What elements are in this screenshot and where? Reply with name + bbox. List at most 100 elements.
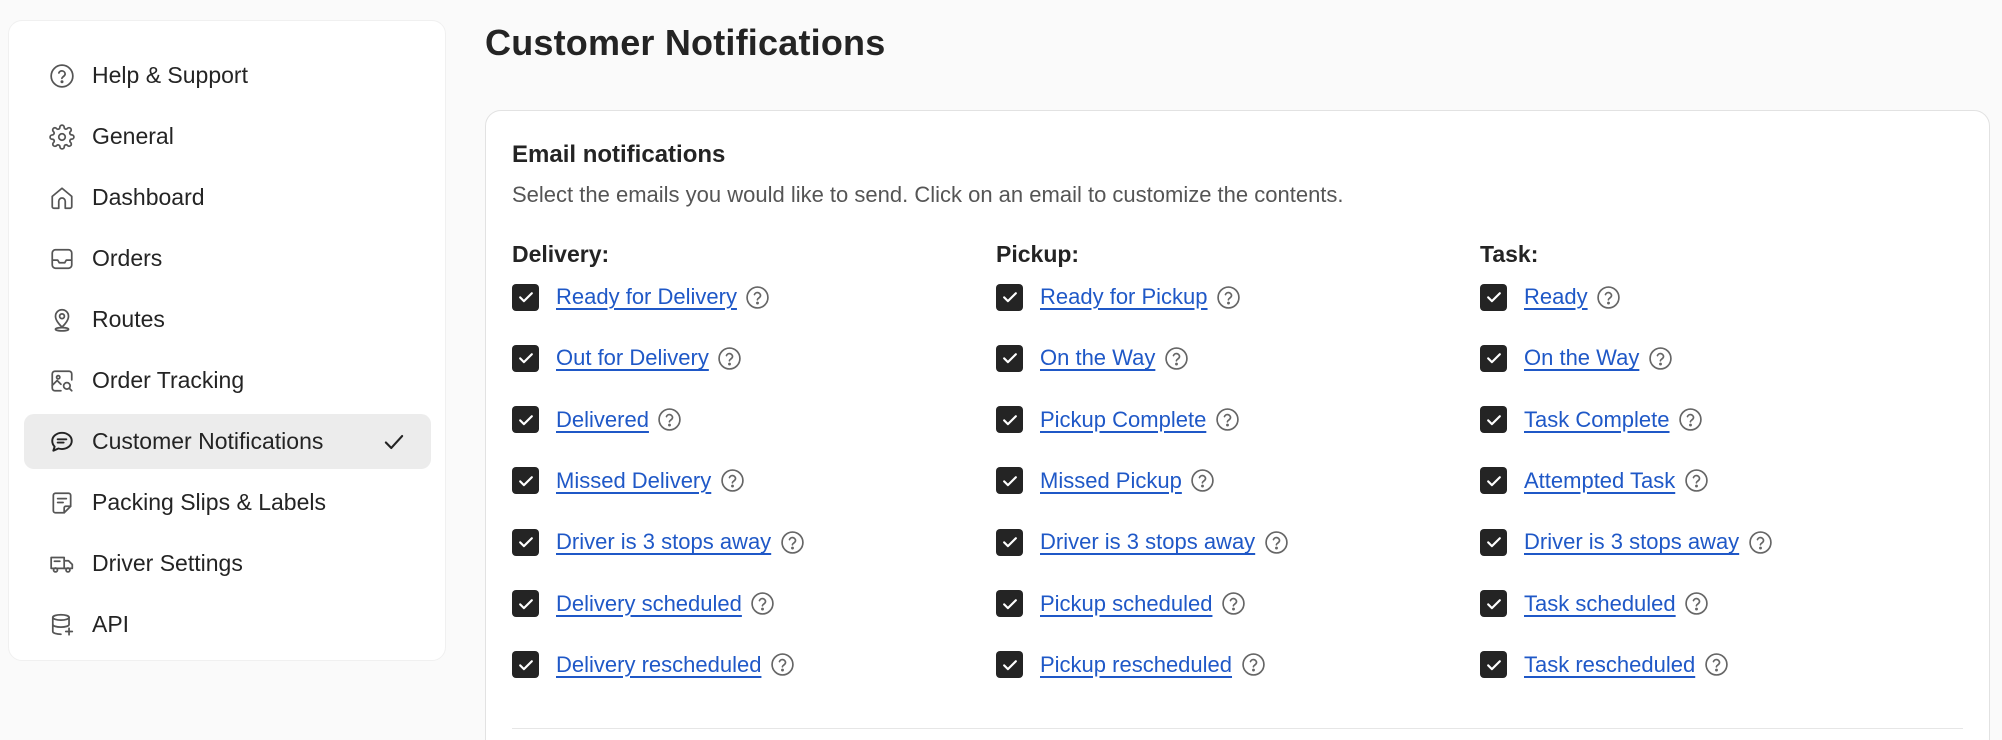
help-icon[interactable] [1220, 591, 1246, 617]
notification-checkbox[interactable] [996, 467, 1023, 495]
help-icon[interactable] [717, 345, 743, 371]
page-title: Customer Notifications [485, 22, 886, 63]
notification-link[interactable]: Driver is 3 stops away [556, 529, 771, 555]
inbox-icon [48, 245, 76, 273]
help-icon[interactable] [1703, 652, 1729, 678]
notification-link[interactable]: Missed Pickup [1040, 468, 1182, 494]
notification-row: Delivered [512, 404, 683, 436]
notification-link[interactable]: On the Way [1524, 345, 1639, 371]
notification-checkbox[interactable] [512, 283, 539, 311]
notification-link[interactable]: Pickup rescheduled [1040, 652, 1232, 678]
sidebar-item-routes[interactable]: Routes [24, 292, 431, 347]
notification-checkbox[interactable] [1480, 283, 1507, 311]
notification-link[interactable]: Ready [1524, 284, 1588, 310]
notification-checkbox[interactable] [1480, 406, 1507, 434]
notification-checkbox[interactable] [512, 467, 539, 495]
notification-row: Ready for Delivery [512, 281, 771, 313]
notification-row: Missed Delivery [512, 465, 745, 497]
notification-checkbox[interactable] [512, 406, 539, 434]
map-pin-icon [48, 306, 76, 334]
sidebar-item-label: Customer Notifications [92, 428, 324, 454]
notification-link[interactable]: Pickup scheduled [1040, 591, 1212, 617]
sidebar-item-orders[interactable]: Orders [24, 231, 431, 286]
notification-link[interactable]: Driver is 3 stops away [1524, 529, 1739, 555]
help-icon[interactable] [1684, 591, 1710, 617]
notification-checkbox[interactable] [996, 283, 1023, 311]
notification-checkbox[interactable] [1480, 651, 1507, 679]
notification-checkbox[interactable] [996, 406, 1023, 434]
notification-checkbox[interactable] [512, 590, 539, 617]
sidebar-item-packing-slips[interactable]: Packing Slips & Labels [24, 475, 431, 530]
help-icon[interactable] [1683, 468, 1709, 494]
checkmark-icon [381, 429, 407, 455]
help-icon[interactable] [1163, 345, 1189, 371]
sidebar-item-general[interactable]: General [24, 109, 431, 164]
notification-checkbox[interactable] [512, 651, 539, 679]
help-icon[interactable] [769, 652, 795, 678]
notification-row: Ready for Pickup [996, 281, 1242, 313]
notification-checkbox[interactable] [996, 528, 1023, 556]
notification-link[interactable]: Delivery rescheduled [556, 652, 761, 678]
sidebar-item-order-tracking[interactable]: Order Tracking [24, 353, 431, 408]
help-icon[interactable] [1263, 529, 1289, 555]
notification-row: Driver is 3 stops away [996, 526, 1289, 558]
email-notifications-card: Email notifications Select the emails yo… [485, 110, 1990, 740]
notification-checkbox[interactable] [1480, 344, 1507, 372]
sidebar-item-label: API [92, 611, 130, 637]
notification-link[interactable]: Driver is 3 stops away [1040, 529, 1255, 555]
help-icon[interactable] [750, 591, 776, 617]
divider [512, 728, 1963, 729]
notification-link[interactable]: Task rescheduled [1524, 652, 1695, 678]
notification-link[interactable]: Delivery scheduled [556, 591, 742, 617]
help-icon[interactable] [1190, 468, 1216, 494]
sidebar-item-customer-notifications[interactable]: Customer Notifications [24, 414, 431, 469]
help-icon[interactable] [1678, 407, 1704, 433]
notification-link[interactable]: Attempted Task [1524, 468, 1675, 494]
truck-icon [48, 550, 76, 578]
notification-link[interactable]: Pickup Complete [1040, 407, 1206, 433]
help-icon[interactable] [779, 529, 805, 555]
notification-row: On the Way [996, 342, 1189, 374]
task-heading: Task: [1480, 241, 1539, 267]
sidebar: Help & Support General Dashboard Orders [8, 20, 446, 661]
notification-row: Task Complete [1480, 404, 1704, 436]
sidebar-item-label: Help & Support [92, 62, 248, 88]
notification-checkbox[interactable] [1480, 467, 1507, 495]
sidebar-item-driver-settings[interactable]: Driver Settings [24, 536, 431, 591]
help-icon[interactable] [719, 468, 745, 494]
sidebar-item-label: Packing Slips & Labels [92, 489, 326, 515]
sidebar-item-api[interactable]: API [24, 597, 431, 652]
notification-checkbox[interactable] [1480, 590, 1507, 617]
notification-checkbox[interactable] [512, 528, 539, 556]
image-search-icon [48, 367, 76, 395]
sidebar-item-label: Orders [92, 245, 163, 271]
notification-checkbox[interactable] [996, 590, 1023, 617]
help-icon[interactable] [1214, 407, 1240, 433]
sidebar-item-label: General [92, 123, 174, 149]
help-icon[interactable] [1240, 652, 1266, 678]
notification-checkbox[interactable] [1480, 528, 1507, 556]
help-icon[interactable] [1216, 284, 1242, 310]
help-icon[interactable] [1747, 529, 1773, 555]
notification-row: Driver is 3 stops away [512, 526, 805, 558]
sidebar-item-dashboard[interactable]: Dashboard [24, 170, 431, 225]
help-icon[interactable] [1596, 284, 1622, 310]
notification-checkbox[interactable] [996, 344, 1023, 372]
sidebar-item-help-support[interactable]: Help & Support [24, 48, 431, 103]
notification-link[interactable]: On the Way [1040, 345, 1155, 371]
notification-link[interactable]: Ready for Delivery [556, 284, 737, 310]
document-icon [48, 489, 76, 517]
notification-link[interactable]: Missed Delivery [556, 468, 711, 494]
notification-link[interactable]: Ready for Pickup [1040, 284, 1208, 310]
help-icon[interactable] [745, 284, 771, 310]
database-icon [48, 611, 76, 639]
help-icon[interactable] [657, 407, 683, 433]
notification-link[interactable]: Task Complete [1524, 407, 1670, 433]
notification-link[interactable]: Out for Delivery [556, 345, 709, 371]
notification-link[interactable]: Task scheduled [1524, 591, 1676, 617]
notification-checkbox[interactable] [996, 651, 1023, 679]
notification-checkbox[interactable] [512, 344, 539, 372]
help-icon[interactable] [1647, 345, 1673, 371]
notification-link[interactable]: Delivered [556, 407, 649, 433]
notification-row: Delivery scheduled [512, 588, 776, 620]
